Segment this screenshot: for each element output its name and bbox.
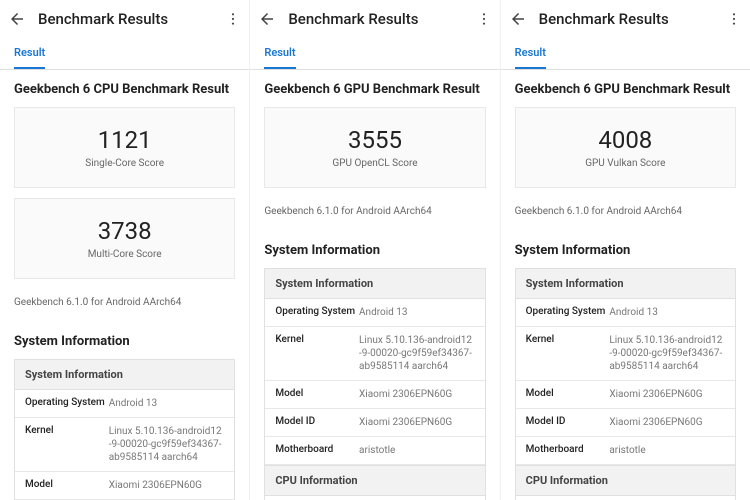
info-key: Model ID xyxy=(275,416,359,429)
tab-result[interactable]: Result xyxy=(515,38,546,69)
more-options-icon[interactable] xyxy=(476,11,492,27)
back-arrow-icon[interactable] xyxy=(258,10,276,28)
system-info-table: Operating System Android 13 Kernel Linux… xyxy=(515,299,736,465)
benchmark-panel: Benchmark Results Result Geekbench 6 GPU… xyxy=(250,0,499,500)
info-row: Model ID Xiaomi 2306EPN60G xyxy=(516,409,735,437)
score-value: 3738 xyxy=(25,217,224,245)
score-card: 3738 Multi-Core Score xyxy=(14,198,235,279)
scroll-content[interactable]: Geekbench 6 CPU Benchmark Result 1121 Si… xyxy=(0,70,249,500)
score-label: Multi-Core Score xyxy=(25,249,224,260)
info-val: Android 13 xyxy=(609,306,725,319)
cpu-info-table: Name ARM ARMv8 Topology 1 Processor, 8 C… xyxy=(264,496,485,500)
info-row: Model Xiaomi 2306EPN60G xyxy=(516,381,735,409)
scroll-content[interactable]: Geekbench 6 GPU Benchmark Result 4008 GP… xyxy=(501,70,750,500)
info-val: Android 13 xyxy=(359,306,475,319)
system-info-table: Operating System Android 13 Kernel Linux… xyxy=(14,390,235,500)
info-key: Motherboard xyxy=(526,444,610,457)
info-val: Xiaomi 2306EPN60G xyxy=(609,416,725,429)
info-val: Xiaomi 2306EPN60G xyxy=(359,416,475,429)
topbar: Benchmark Results xyxy=(501,0,750,38)
topbar: Benchmark Results xyxy=(0,0,249,38)
info-row: Model ID Xiaomi 2306EPN60G xyxy=(265,409,484,437)
info-key: Kernel xyxy=(25,425,109,464)
score-value: 1121 xyxy=(25,126,224,154)
info-key: Model xyxy=(25,479,109,492)
info-row: Model Xiaomi 2306EPN60G xyxy=(15,472,234,500)
info-val: aristotle xyxy=(609,444,725,457)
tab-result[interactable]: Result xyxy=(14,38,45,69)
info-row: Name ARM ARMv8 xyxy=(516,496,735,500)
score-card: 3555 GPU OpenCL Score xyxy=(264,107,485,188)
back-arrow-icon[interactable] xyxy=(8,10,26,28)
scroll-content[interactable]: Geekbench 6 GPU Benchmark Result 3555 GP… xyxy=(250,70,499,500)
cpu-info-header: CPU Information xyxy=(515,465,736,496)
result-title: Geekbench 6 CPU Benchmark Result xyxy=(0,70,249,107)
tab-row: Result xyxy=(0,38,249,70)
info-val: Linux 5.10.136-android12-9-00020-gc9f59e… xyxy=(359,334,475,373)
info-row: Name ARM ARMv8 xyxy=(265,496,484,500)
system-info-table: Operating System Android 13 Kernel Linux… xyxy=(264,299,485,465)
system-info-heading: System Information xyxy=(501,231,750,268)
info-row: Model Xiaomi 2306EPN60G xyxy=(265,381,484,409)
score-value: 4008 xyxy=(526,126,725,154)
info-row: Motherboard aristotle xyxy=(265,437,484,465)
info-val: Xiaomi 2306EPN60G xyxy=(109,479,225,492)
info-val: Linux 5.10.136-android12-9-00020-gc9f59e… xyxy=(109,425,225,464)
score-label: GPU Vulkan Score xyxy=(526,158,725,169)
system-info-header: System Information xyxy=(264,268,485,299)
info-key: Model ID xyxy=(526,416,610,429)
info-row: Kernel Linux 5.10.136-android12-9-00020-… xyxy=(15,418,234,472)
page-title: Benchmark Results xyxy=(288,10,463,28)
info-row: Operating System Android 13 xyxy=(516,299,735,327)
info-key: Operating System xyxy=(526,306,610,319)
score-label: GPU OpenCL Score xyxy=(275,158,474,169)
system-info-heading: System Information xyxy=(250,231,499,268)
info-key: Motherboard xyxy=(275,444,359,457)
page-title: Benchmark Results xyxy=(38,10,213,28)
info-row: Kernel Linux 5.10.136-android12-9-00020-… xyxy=(516,327,735,381)
info-row: Motherboard aristotle xyxy=(516,437,735,465)
score-value: 3555 xyxy=(275,126,474,154)
info-val: aristotle xyxy=(359,444,475,457)
result-title: Geekbench 6 GPU Benchmark Result xyxy=(250,70,499,107)
cpu-info-header: CPU Information xyxy=(264,465,485,496)
score-label: Single-Core Score xyxy=(25,158,224,169)
info-key: Model xyxy=(526,388,610,401)
cpu-info-table: Name ARM ARMv8 Topology 1 Processor, 8 C… xyxy=(515,496,736,500)
tab-result[interactable]: Result xyxy=(264,38,295,69)
result-title: Geekbench 6 GPU Benchmark Result xyxy=(501,70,750,107)
info-key: Kernel xyxy=(275,334,359,373)
system-info-heading: System Information xyxy=(0,322,249,359)
back-arrow-icon[interactable] xyxy=(509,10,527,28)
info-key: Operating System xyxy=(25,397,109,410)
info-key: Operating System xyxy=(275,306,359,319)
topbar: Benchmark Results xyxy=(250,0,499,38)
benchmark-panel: Benchmark Results Result Geekbench 6 CPU… xyxy=(0,0,249,500)
more-options-icon[interactable] xyxy=(225,11,241,27)
info-row: Kernel Linux 5.10.136-android12-9-00020-… xyxy=(265,327,484,381)
score-card: 1121 Single-Core Score xyxy=(14,107,235,188)
tab-row: Result xyxy=(501,38,750,70)
version-text: Geekbench 6.1.0 for Android AArch64 xyxy=(250,198,499,231)
version-text: Geekbench 6.1.0 for Android AArch64 xyxy=(0,289,249,322)
info-val: Android 13 xyxy=(109,397,225,410)
version-text: Geekbench 6.1.0 for Android AArch64 xyxy=(501,198,750,231)
info-val: Xiaomi 2306EPN60G xyxy=(359,388,475,401)
benchmark-panel: Benchmark Results Result Geekbench 6 GPU… xyxy=(501,0,750,500)
info-val: Linux 5.10.136-android12-9-00020-gc9f59e… xyxy=(609,334,725,373)
info-key: Model xyxy=(275,388,359,401)
more-options-icon[interactable] xyxy=(726,11,742,27)
score-card: 4008 GPU Vulkan Score xyxy=(515,107,736,188)
info-row: Operating System Android 13 xyxy=(265,299,484,327)
tab-row: Result xyxy=(250,38,499,70)
system-info-header: System Information xyxy=(515,268,736,299)
info-val: Xiaomi 2306EPN60G xyxy=(609,388,725,401)
page-title: Benchmark Results xyxy=(539,10,714,28)
system-info-header: System Information xyxy=(14,359,235,390)
info-key: Kernel xyxy=(526,334,610,373)
info-row: Operating System Android 13 xyxy=(15,390,234,418)
